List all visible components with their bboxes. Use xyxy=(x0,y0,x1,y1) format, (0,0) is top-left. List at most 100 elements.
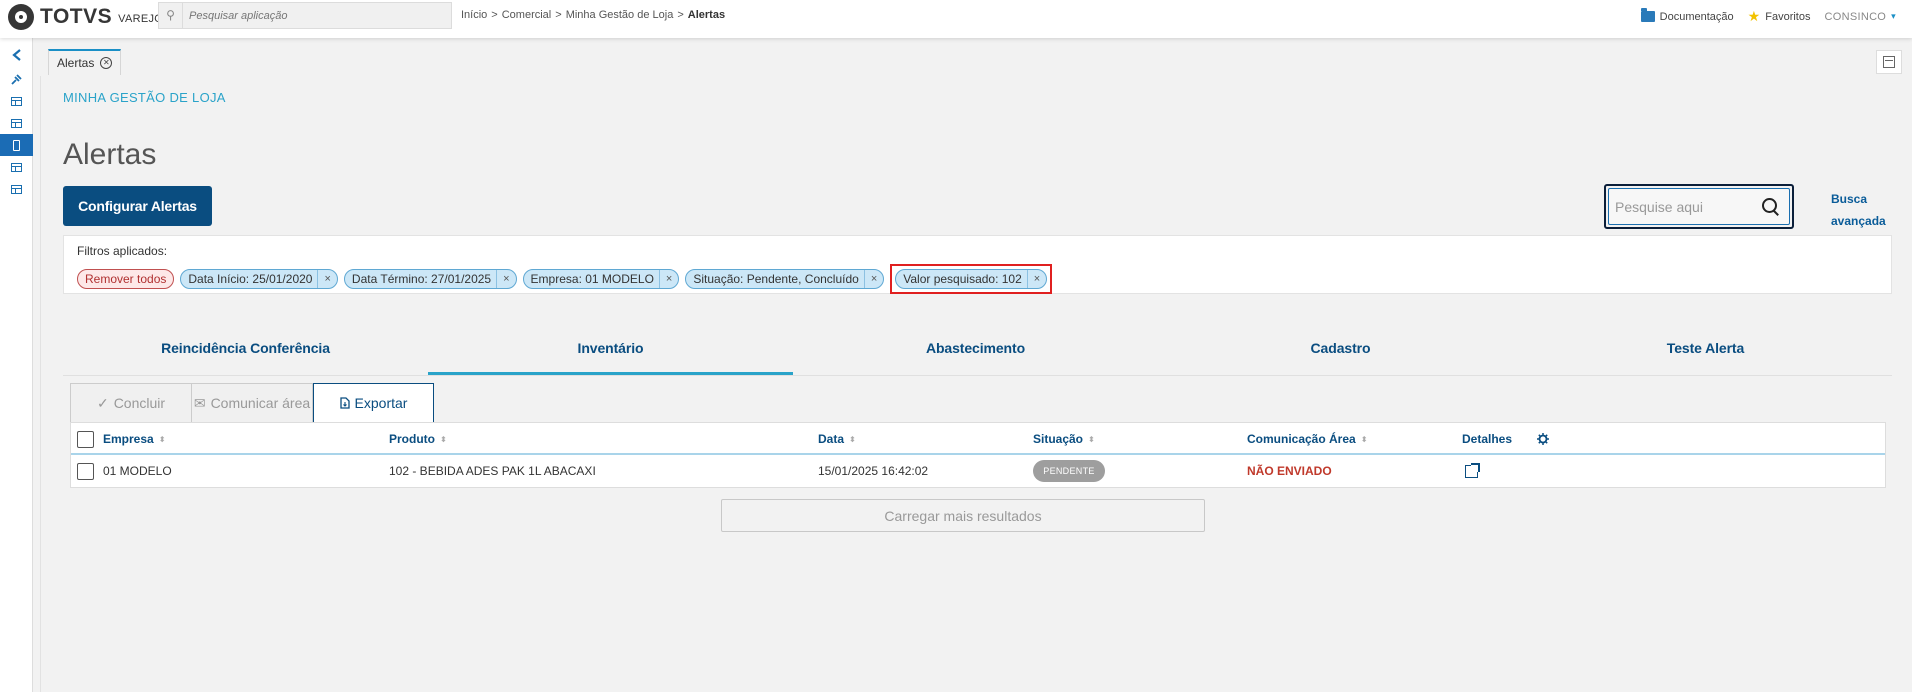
user-menu[interactable]: CONSINCO ▾ xyxy=(1824,11,1896,23)
grid-icon[interactable] xyxy=(0,90,33,112)
export-button[interactable]: Exportar xyxy=(313,383,434,423)
filter-chip-empresa: Empresa: 01 MODELO × xyxy=(522,269,680,289)
check-icon: ✓ xyxy=(96,394,109,411)
collapse-chevron-icon[interactable] xyxy=(0,44,33,66)
remove-filter-icon[interactable]: × xyxy=(317,270,336,288)
remove-filter-icon[interactable]: × xyxy=(1026,270,1046,288)
breadcrumb-inicio[interactable]: Início xyxy=(461,9,487,21)
tab-cadastro[interactable]: Cadastro xyxy=(1158,328,1523,375)
grid-icon[interactable] xyxy=(0,112,33,134)
table-row[interactable]: 01 MODELO 102 - BEBIDA ADES PAK 1L ABACA… xyxy=(71,455,1885,487)
close-icon[interactable]: ✕ xyxy=(100,57,113,69)
sort-icon: ⬍ xyxy=(1360,434,1368,444)
header-produto[interactable]: Produto ⬍ xyxy=(389,423,447,455)
remove-all-chip[interactable]: Remover todos xyxy=(77,269,175,289)
select-all-checkbox[interactable] xyxy=(77,423,94,455)
remove-filter-icon[interactable]: × xyxy=(658,270,678,288)
tab-label: Alertas xyxy=(57,56,95,70)
cell-empresa: 01 MODELO xyxy=(103,464,172,478)
open-tabs: Alertas ✕ xyxy=(40,38,1912,76)
app-search-input[interactable] xyxy=(183,9,443,22)
sort-icon: ⬍ xyxy=(440,434,447,444)
conclude-button[interactable]: ✓ Concluir xyxy=(70,383,192,423)
header-detalhes: Detalhes xyxy=(1462,432,1513,446)
file-export-icon xyxy=(339,397,350,409)
breadcrumb-separator: > xyxy=(555,9,562,21)
filter-chip-valor-pesquisado: Valor pesquisado: 102 × xyxy=(895,269,1048,289)
brand-sub: VAREJO xyxy=(118,12,164,25)
header-situacao[interactable]: Situação ⬍ xyxy=(1033,423,1095,455)
totvs-logo[interactable]: TOTVS VAREJO xyxy=(8,4,163,30)
filter-chip-situacao: Situação: Pendente, Concluído × xyxy=(685,269,885,289)
search-input[interactable] xyxy=(1609,198,1759,215)
favorites-link[interactable]: ★ Favoritos xyxy=(1748,8,1811,25)
alert-tabs: Reincidência Conferência Inventário Abas… xyxy=(63,328,1892,376)
panel-icon xyxy=(1883,56,1895,68)
header-comunicacao[interactable]: Comunicação Área ⬍ xyxy=(1247,423,1367,455)
envelope-icon: ✉ xyxy=(193,394,206,411)
docs-link[interactable]: Documentação xyxy=(1640,8,1734,23)
remove-filter-icon[interactable]: × xyxy=(496,270,515,288)
chevron-down-icon: ▾ xyxy=(1891,11,1896,21)
side-panel-button[interactable] xyxy=(1876,50,1902,74)
pin-icon[interactable] xyxy=(0,68,33,90)
filters-label: Filtros aplicados: xyxy=(77,244,168,258)
communicate-button[interactable]: ✉ Comunicar área xyxy=(192,383,313,423)
filter-chip-label: Empresa: 01 MODELO xyxy=(530,272,654,286)
cell-situacao: PENDENTE xyxy=(1033,455,1105,487)
user-label: CONSINCO xyxy=(1824,10,1887,23)
breadcrumb-comercial[interactable]: Comercial xyxy=(502,9,552,21)
header-data[interactable]: Data ⬍ xyxy=(818,423,856,455)
filter-chips: Remover todos Data Início: 25/01/2020 × … xyxy=(77,264,1053,294)
gear-icon xyxy=(1537,433,1549,445)
top-right-menu: Documentação ★ Favoritos CONSINCO ▾ xyxy=(1640,8,1896,25)
status-badge: PENDENTE xyxy=(1033,460,1105,482)
star-icon: ★ xyxy=(1747,8,1761,24)
app-search: ⚲ xyxy=(158,2,452,29)
filter-chip-label: Data Término: 27/01/2025 xyxy=(351,272,492,286)
highlighted-filter-box: Valor pesquisado: 102 × xyxy=(890,264,1053,294)
top-bar: TOTVS VAREJO ⚲ Início > Comercial > Minh… xyxy=(0,0,1912,38)
search-box xyxy=(1604,184,1794,229)
export-label: Exportar xyxy=(354,395,408,411)
tab-teste-alerta[interactable]: Teste Alerta xyxy=(1523,328,1888,375)
sort-icon: ⬍ xyxy=(1088,434,1095,444)
main-content: MINHA GESTÃO DE LOJA Alertas Configurar … xyxy=(40,76,1900,692)
table-header: Empresa ⬍ Produto ⬍ Data ⬍ Situação ⬍ Comuni… xyxy=(71,423,1885,455)
cell-produto: 102 - BEBIDA ADES PAK 1L ABACAXI xyxy=(389,464,596,478)
grid-icon[interactable] xyxy=(0,156,33,178)
filter-chip-data-termino: Data Término: 27/01/2025 × xyxy=(343,269,517,289)
cell-data: 15/01/2025 16:42:02 xyxy=(818,464,929,478)
filter-chip-label: Valor pesquisado: 102 xyxy=(903,272,1022,286)
tab-reincidencia[interactable]: Reincidência Conferência xyxy=(63,328,428,375)
remove-filter-icon[interactable]: × xyxy=(863,270,883,288)
advanced-search-link[interactable]: Busca avançada xyxy=(1831,188,1886,232)
action-bar: ✓ Concluir ✉ Comunicar área Exportar xyxy=(70,383,434,423)
applied-filters-panel: Filtros aplicados: Remover todos Data In… xyxy=(63,235,1892,294)
configure-alerts-button[interactable]: Configurar Alertas xyxy=(63,186,212,226)
load-more-button[interactable]: Carregar mais resultados xyxy=(721,499,1205,532)
breadcrumb-separator: > xyxy=(491,9,498,21)
breadcrumb-gestao[interactable]: Minha Gestão de Loja xyxy=(566,9,674,21)
breadcrumb: Início > Comercial > Minha Gestão de Loj… xyxy=(461,9,725,21)
docs-label: Documentação xyxy=(1659,10,1734,23)
grid-icon[interactable] xyxy=(0,178,33,200)
brand-name: TOTVS xyxy=(40,5,113,28)
breadcrumb-separator: > xyxy=(677,9,684,21)
tab-alertas[interactable]: Alertas ✕ xyxy=(48,49,122,75)
tab-inventario[interactable]: Inventário xyxy=(428,328,793,375)
column-settings[interactable] xyxy=(1537,423,1549,455)
tab-abastecimento[interactable]: Abastecimento xyxy=(793,328,1158,375)
folder-icon xyxy=(1640,8,1655,22)
row-checkbox[interactable] xyxy=(77,455,94,487)
mobile-icon[interactable] xyxy=(0,134,33,156)
details-button[interactable] xyxy=(1465,455,1480,487)
search-icon[interactable] xyxy=(1759,195,1783,219)
communicate-label: Comunicar área xyxy=(210,395,311,411)
filter-chip-label: Situação: Pendente, Concluído xyxy=(693,272,859,286)
filter-chip-data-inicio: Data Início: 25/01/2020 × xyxy=(180,269,338,289)
cell-comunicacao: NÃO ENVIADO xyxy=(1247,464,1332,478)
alerts-table: Empresa ⬍ Produto ⬍ Data ⬍ Situação ⬍ Comuni… xyxy=(70,422,1886,488)
header-empresa[interactable]: Empresa ⬍ xyxy=(103,423,165,455)
left-rail xyxy=(0,38,33,692)
